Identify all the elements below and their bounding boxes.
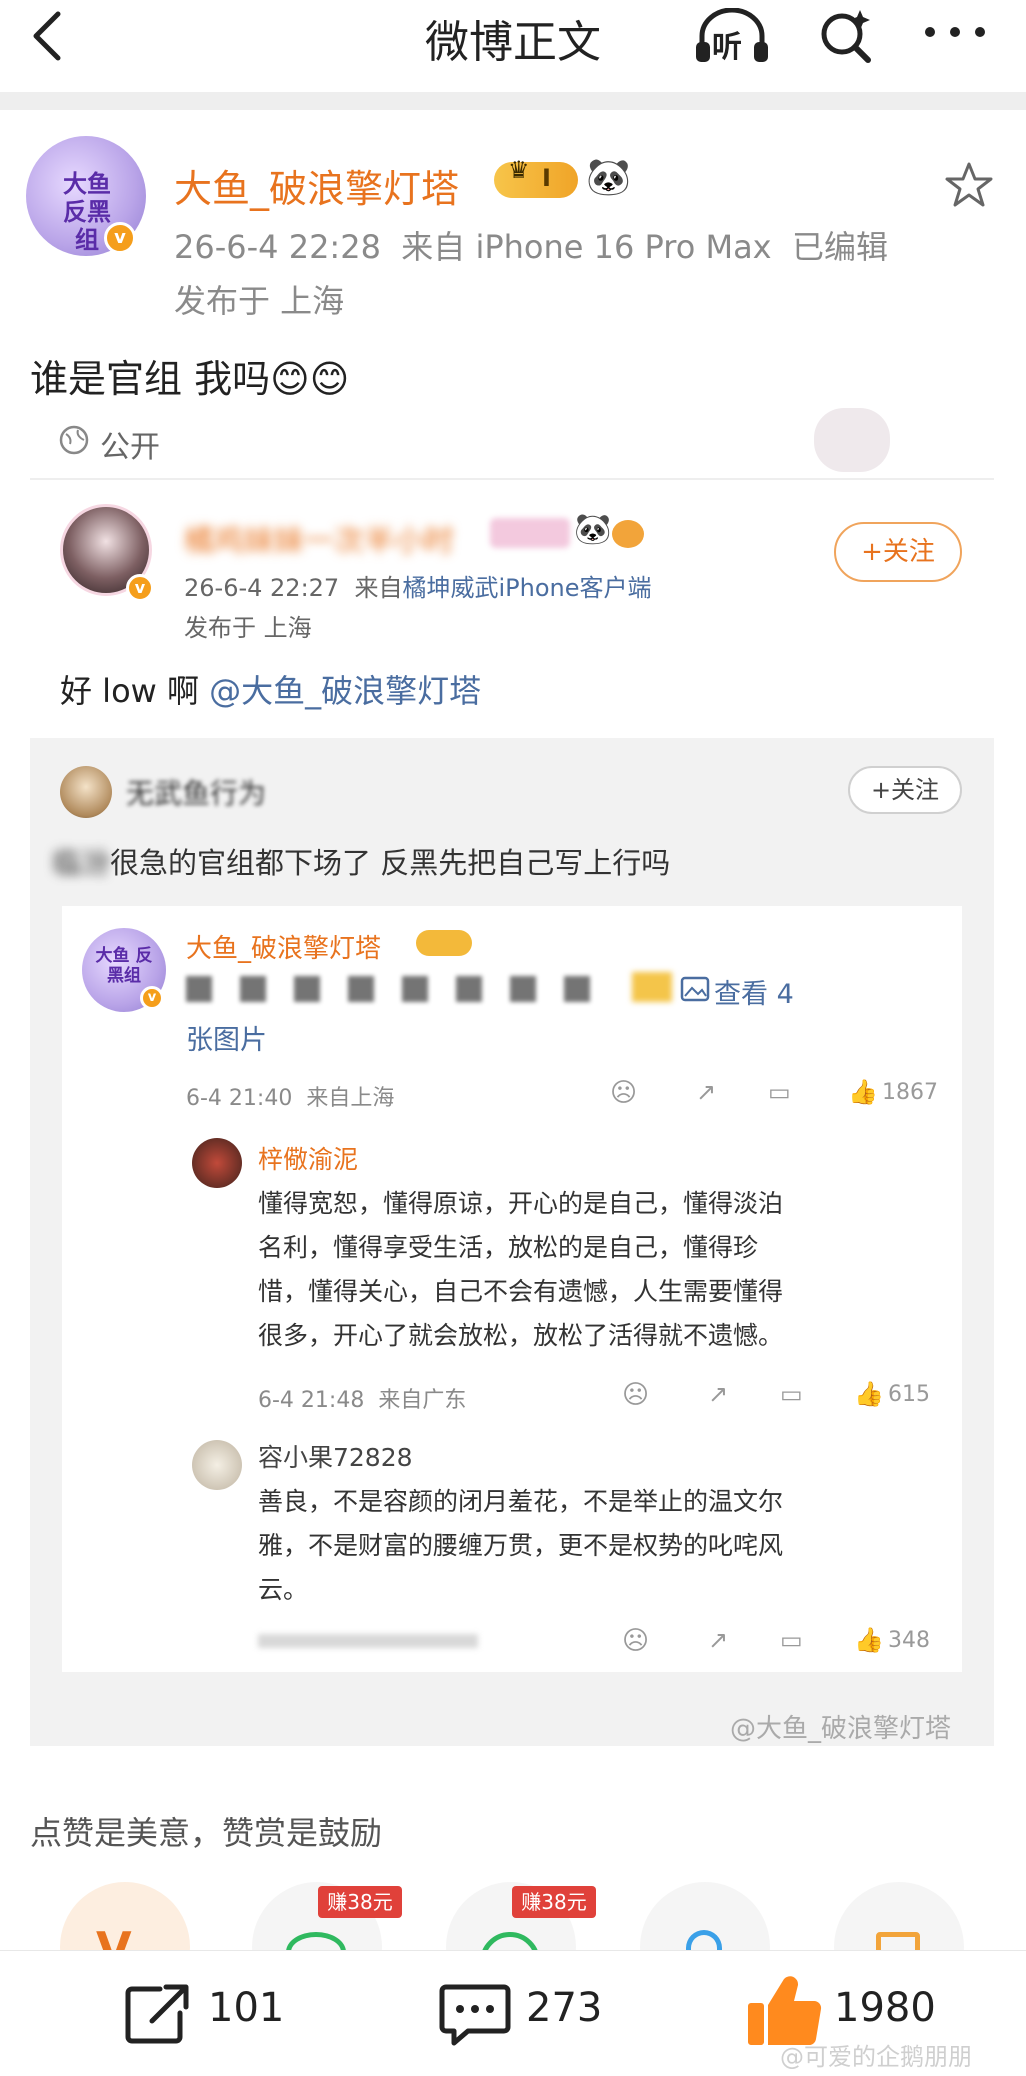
- search-icon[interactable]: [816, 6, 876, 66]
- avatar-text: 大鱼 反黑组: [95, 946, 153, 986]
- inner-meta: 6-4 21:40 来自上海: [186, 1086, 395, 1111]
- bottom-action-bar: 101 273 1980 @可爱的企鹅朋朋: [0, 1950, 1026, 2076]
- comment-meta: 6-4 21:48 来自广东: [258, 1388, 467, 1413]
- verified-badge: v: [140, 986, 164, 1010]
- quoted-follow-button[interactable]: +关注: [834, 522, 962, 582]
- quoted-source-link[interactable]: 橘坤威武iPhone客户端: [402, 574, 651, 602]
- inner-screenshot: 大鱼 反黑组 v 大鱼_破浪擎灯塔 查看 4 张图片 6-4 21:40 来自上…: [62, 906, 962, 1672]
- favorite-star-icon[interactable]: [944, 160, 994, 210]
- quoted-meta: 26-6-4 22:27 来自橘坤威武iPhone客户端: [184, 574, 652, 602]
- author-name[interactable]: 大鱼_破浪擎灯塔: [174, 158, 459, 213]
- panda-icon: 🐼: [586, 157, 631, 198]
- top-nav-bar: 微博正文 听: [0, 0, 1026, 92]
- commenter-avatar: [192, 1440, 242, 1490]
- share-icon: ↗: [708, 1380, 729, 1408]
- share-icon: ↗: [708, 1626, 729, 1654]
- comment-icon[interactable]: [438, 1981, 512, 2049]
- verified-badge: v: [104, 222, 136, 254]
- inner-likes: 1867: [882, 1080, 938, 1105]
- screenshot-watermark: @可爱的企鹅朋朋: [780, 2043, 972, 2071]
- emoji-react-icon: ☹: [622, 1380, 650, 1410]
- repost-icon[interactable]: [122, 1981, 192, 2047]
- emoji-react-icon: ☹: [622, 1626, 650, 1656]
- crown-icon: ♛: [508, 156, 530, 184]
- globe-icon: [59, 425, 89, 455]
- comment-text: 善良，不是容颜的闭月羞花，不是举止的温文尔 雅，不是财富的腰缠万贯，更不是权势的…: [258, 1487, 784, 1604]
- repost-author-name: 无武鱼行为: [126, 777, 267, 810]
- blurred-text: [186, 976, 606, 1002]
- comment-icon: ▭: [780, 1626, 803, 1654]
- fire-badge-icon: [612, 520, 644, 548]
- comment-count[interactable]: 273: [526, 1985, 602, 2031]
- repost-image-card[interactable]: 无武鱼行为 +关注 临汾很急的官组都下场了 反黑先把自己写上行吗 大鱼 反黑组 …: [30, 738, 994, 1746]
- repost-count[interactable]: 101: [208, 1985, 284, 2031]
- repost-avatar: [60, 766, 112, 818]
- view-images-link-cont: 张图片: [186, 1025, 267, 1056]
- blurred-emoji: [632, 972, 672, 1002]
- comment-icon: ▭: [780, 1380, 803, 1408]
- quoted-author-name[interactable]: 橘鸡妹妹一次半小时: [184, 516, 454, 560]
- inner-author-name: 大鱼_破浪擎灯塔: [186, 934, 382, 964]
- repost-follow-button: +关注: [848, 766, 962, 814]
- like-icon: 👍: [854, 1380, 884, 1408]
- level-badge: [416, 930, 472, 956]
- comment-icon: ▭: [768, 1078, 791, 1106]
- like-icon: 👍: [848, 1078, 878, 1106]
- quoted-content: 好 low 啊 @大鱼_破浪擎灯塔: [60, 672, 482, 710]
- commenter-name: 梓儆渝泥: [258, 1145, 359, 1174]
- commenter-name: 容小果72828: [258, 1443, 413, 1472]
- level-badge: ♛ I: [494, 156, 578, 198]
- reward-hint: 点赞是美意，赞赏是鼓励: [30, 1814, 383, 1852]
- like-count[interactable]: 1980: [834, 1985, 936, 2031]
- post-content: 谁是官组 我吗😊😊: [30, 357, 350, 401]
- visibility-label: 公开: [100, 430, 160, 465]
- comment-likes: 348: [888, 1628, 930, 1653]
- comment-text: 懂得宽恕，懂得原谅，开心的是自己，懂得淡泊 名利，懂得享受生活，放松的是自己，懂…: [258, 1189, 784, 1350]
- repost-content: 临汾很急的官组都下场了 反黑先把自己写上行吗: [52, 846, 671, 880]
- level-text: I: [542, 164, 551, 192]
- like-icon: 👍: [854, 1626, 884, 1654]
- listen-label: 听: [712, 30, 742, 65]
- reward-tag: 赚38元: [512, 1886, 596, 1918]
- post-location: 发布于 上海: [174, 282, 345, 320]
- share-icon: ↗: [696, 1078, 717, 1106]
- reward-tag: 赚38元: [318, 1886, 402, 1918]
- mention-link[interactable]: @大鱼_破浪擎灯塔: [209, 672, 481, 710]
- panda-icon: 🐼: [574, 512, 612, 547]
- comment-likes: 615: [888, 1382, 930, 1407]
- view-images-link: 查看 4: [714, 979, 794, 1010]
- quoted-location: 发布于 上海: [184, 614, 312, 642]
- listen-button[interactable]: 听: [692, 7, 772, 65]
- divider: [30, 478, 994, 480]
- emoji-react-icon: ☹: [610, 1078, 638, 1108]
- post-meta: 26-6-4 22:28 来自 iPhone 16 Pro Max 已编辑: [174, 228, 888, 266]
- blurred-meta: [258, 1634, 478, 1648]
- quoted-badge: [490, 518, 570, 548]
- more-icon[interactable]: [920, 20, 990, 44]
- sticker-image: [814, 408, 890, 472]
- commenter-avatar: [192, 1138, 242, 1188]
- image-watermark: @大鱼_破浪擎灯塔: [730, 1714, 952, 1744]
- image-icon: [680, 976, 710, 1002]
- divider: [0, 92, 1026, 110]
- verified-badge: v: [126, 574, 154, 602]
